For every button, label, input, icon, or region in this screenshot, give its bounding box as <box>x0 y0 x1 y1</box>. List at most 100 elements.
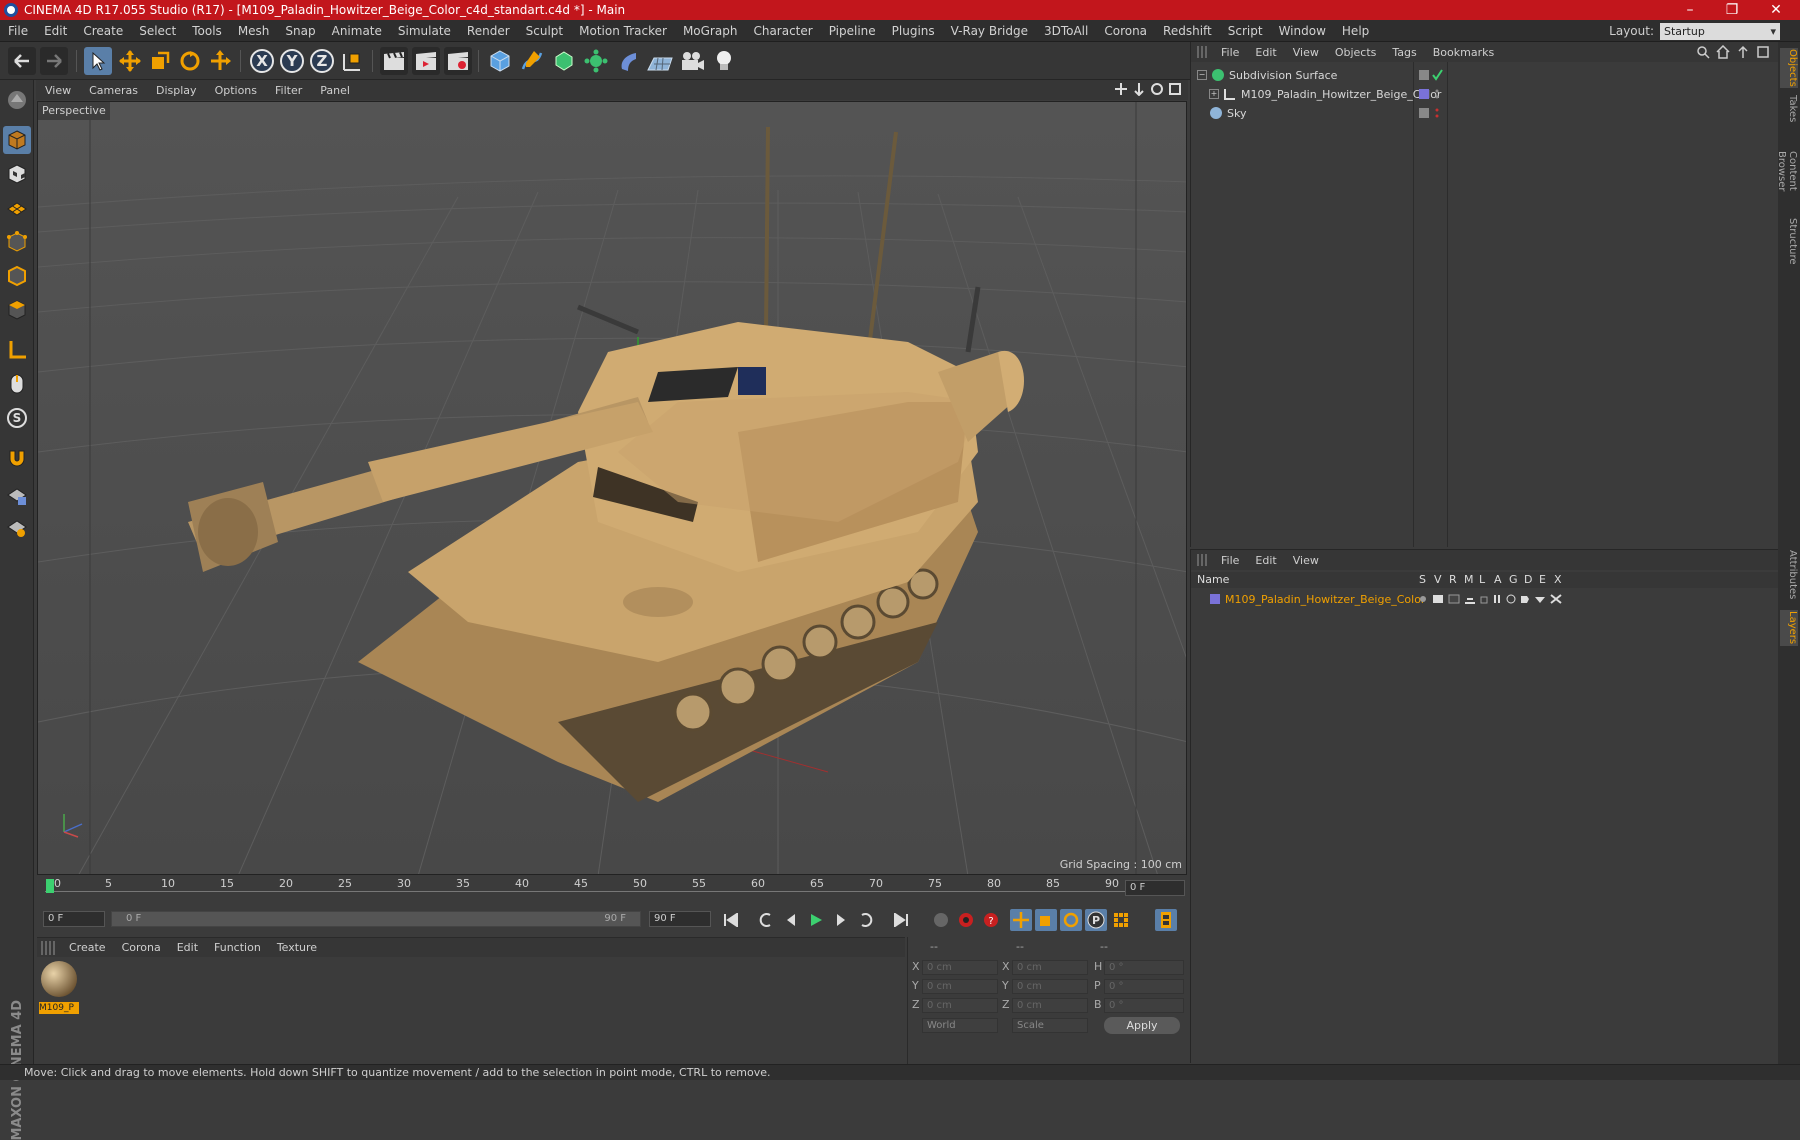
motion-path-button[interactable] <box>930 909 952 931</box>
object-row-m109-paladin[interactable]: + M109_Paladin_Howitzer_Beige_Color <box>1191 85 1778 103</box>
workplane-mode-button[interactable] <box>3 192 31 220</box>
lock-workplane-button[interactable] <box>3 482 31 510</box>
pan-icon[interactable] <box>1114 82 1128 96</box>
axis-mode-button[interactable] <box>3 336 31 364</box>
menu-script[interactable]: Script <box>1220 24 1271 38</box>
tab-attributes[interactable]: Attributes <box>1780 550 1798 600</box>
layer-row[interactable]: M109_Paladin_Howitzer_Beige_Color <box>1191 590 1778 608</box>
previous-frame-button[interactable] <box>780 909 802 931</box>
coordinate-system-button[interactable] <box>338 47 366 75</box>
menu-tools[interactable]: Tools <box>184 24 230 38</box>
column-m[interactable]: M <box>1464 573 1474 586</box>
scale-mode-dropdown[interactable]: Scale <box>1012 1018 1088 1033</box>
material-menu-edit[interactable]: Edit <box>169 941 206 954</box>
new-window-icon[interactable] <box>1756 45 1770 59</box>
rot-p-field[interactable]: 0 ° <box>1104 979 1184 994</box>
undo-button[interactable] <box>8 47 36 75</box>
menu-redshift[interactable]: Redshift <box>1155 24 1220 38</box>
tab-takes[interactable]: Takes <box>1780 94 1798 124</box>
render-settings-button[interactable] <box>444 47 472 75</box>
tab-structure[interactable]: Structure <box>1780 218 1798 265</box>
play-button[interactable] <box>805 909 827 931</box>
object-menu-bookmarks[interactable]: Bookmarks <box>1425 46 1502 59</box>
object-menu-file[interactable]: File <box>1213 46 1247 59</box>
key-rotation-button[interactable] <box>1060 909 1082 931</box>
scale-tool-button[interactable] <box>146 47 174 75</box>
menu-mesh[interactable]: Mesh <box>230 24 278 38</box>
tab-layers[interactable]: Layers <box>1780 610 1798 646</box>
name-column-header[interactable]: Name <box>1197 573 1229 586</box>
search-icon[interactable] <box>1696 45 1710 59</box>
edge-mode-button[interactable] <box>3 262 31 290</box>
menu-corona[interactable]: Corona <box>1096 24 1155 38</box>
maximize-view-icon[interactable] <box>1168 82 1182 96</box>
layer-toggle-icons[interactable] <box>1417 593 1569 605</box>
axis-x-button[interactable]: X <box>248 47 276 75</box>
menu-simulate[interactable]: Simulate <box>390 24 459 38</box>
menu-vray-bridge[interactable]: V-Ray Bridge <box>943 24 1036 38</box>
viewport-menu-filter[interactable]: Filter <box>266 84 311 97</box>
add-array-button[interactable] <box>582 47 610 75</box>
menu-select[interactable]: Select <box>131 24 184 38</box>
apply-button[interactable]: Apply <box>1104 1017 1180 1034</box>
perspective-viewport[interactable]: Perspective Grid Spacing : 100 cm <box>37 101 1187 875</box>
planar-workplane-button[interactable] <box>3 514 31 542</box>
frame-range-slider[interactable]: 0 F 90 F <box>111 911 641 927</box>
pos-y-field[interactable]: 0 cm <box>922 979 998 994</box>
tweak-mode-button[interactable] <box>3 370 31 398</box>
menu-snap[interactable]: Snap <box>277 24 323 38</box>
make-editable-button[interactable] <box>3 86 31 114</box>
timeline-window-button[interactable] <box>1155 909 1177 931</box>
go-to-start-button[interactable] <box>720 909 742 931</box>
start-frame-field[interactable]: 0 F <box>43 911 105 927</box>
rotate-tool-button[interactable] <box>176 47 204 75</box>
polygon-mode-button[interactable] <box>3 296 31 324</box>
column-v[interactable]: V <box>1434 573 1442 586</box>
material-menu-corona[interactable]: Corona <box>114 941 169 954</box>
material-menu-create[interactable]: Create <box>61 941 114 954</box>
menu-window[interactable]: Window <box>1271 24 1334 38</box>
column-r[interactable]: R <box>1449 573 1457 586</box>
column-s[interactable]: S <box>1419 573 1426 586</box>
go-to-end-button[interactable] <box>890 909 912 931</box>
column-a[interactable]: A <box>1494 573 1502 586</box>
expand-toggle-icon[interactable]: + <box>1209 89 1219 99</box>
add-deformer-button[interactable] <box>614 47 642 75</box>
menu-plugins[interactable]: Plugins <box>884 24 943 38</box>
render-picture-viewer-button[interactable] <box>412 47 440 75</box>
tab-content-browser[interactable]: Content Browser <box>1776 132 1798 210</box>
viewport-menu-display[interactable]: Display <box>147 84 206 97</box>
add-environment-button[interactable] <box>646 47 674 75</box>
zoom-icon[interactable] <box>1132 82 1146 96</box>
record-button[interactable] <box>955 909 977 931</box>
size-y-field[interactable]: 0 cm <box>1012 979 1088 994</box>
coordinate-mode-dropdown[interactable]: World <box>922 1018 998 1033</box>
key-position-button[interactable] <box>1010 909 1032 931</box>
current-frame-field[interactable]: 0 F <box>1125 880 1185 896</box>
layout-dropdown[interactable]: Startup <box>1660 22 1780 40</box>
object-row-sky[interactable]: Sky <box>1191 104 1778 122</box>
pos-z-field[interactable]: 0 cm <box>922 998 998 1013</box>
column-l[interactable]: L <box>1479 573 1485 586</box>
axis-z-button[interactable]: Z <box>308 47 336 75</box>
layer-menu-edit[interactable]: Edit <box>1247 554 1284 567</box>
layer-menu-view[interactable]: View <box>1285 554 1327 567</box>
key-scale-button[interactable] <box>1035 909 1057 931</box>
key-pla-button[interactable] <box>1110 909 1132 931</box>
snapping-button[interactable]: S <box>3 404 31 432</box>
column-d[interactable]: D <box>1524 573 1532 586</box>
add-cube-button[interactable] <box>486 47 514 75</box>
visibility-toggles-icon[interactable] <box>1419 107 1443 119</box>
add-camera-button[interactable] <box>678 47 706 75</box>
playhead[interactable] <box>46 879 54 893</box>
orbit-icon[interactable] <box>1150 82 1164 96</box>
viewport-menu-panel[interactable]: Panel <box>311 84 359 97</box>
next-frame-button[interactable] <box>830 909 852 931</box>
recent-tool-button[interactable] <box>206 47 234 75</box>
collapse-toggle-icon[interactable]: − <box>1197 70 1207 80</box>
layer-menu-file[interactable]: File <box>1213 554 1247 567</box>
rot-h-field[interactable]: 0 ° <box>1104 960 1184 975</box>
viewport-menu-options[interactable]: Options <box>206 84 266 97</box>
material-menu-function[interactable]: Function <box>206 941 269 954</box>
menu-sculpt[interactable]: Sculpt <box>518 24 571 38</box>
